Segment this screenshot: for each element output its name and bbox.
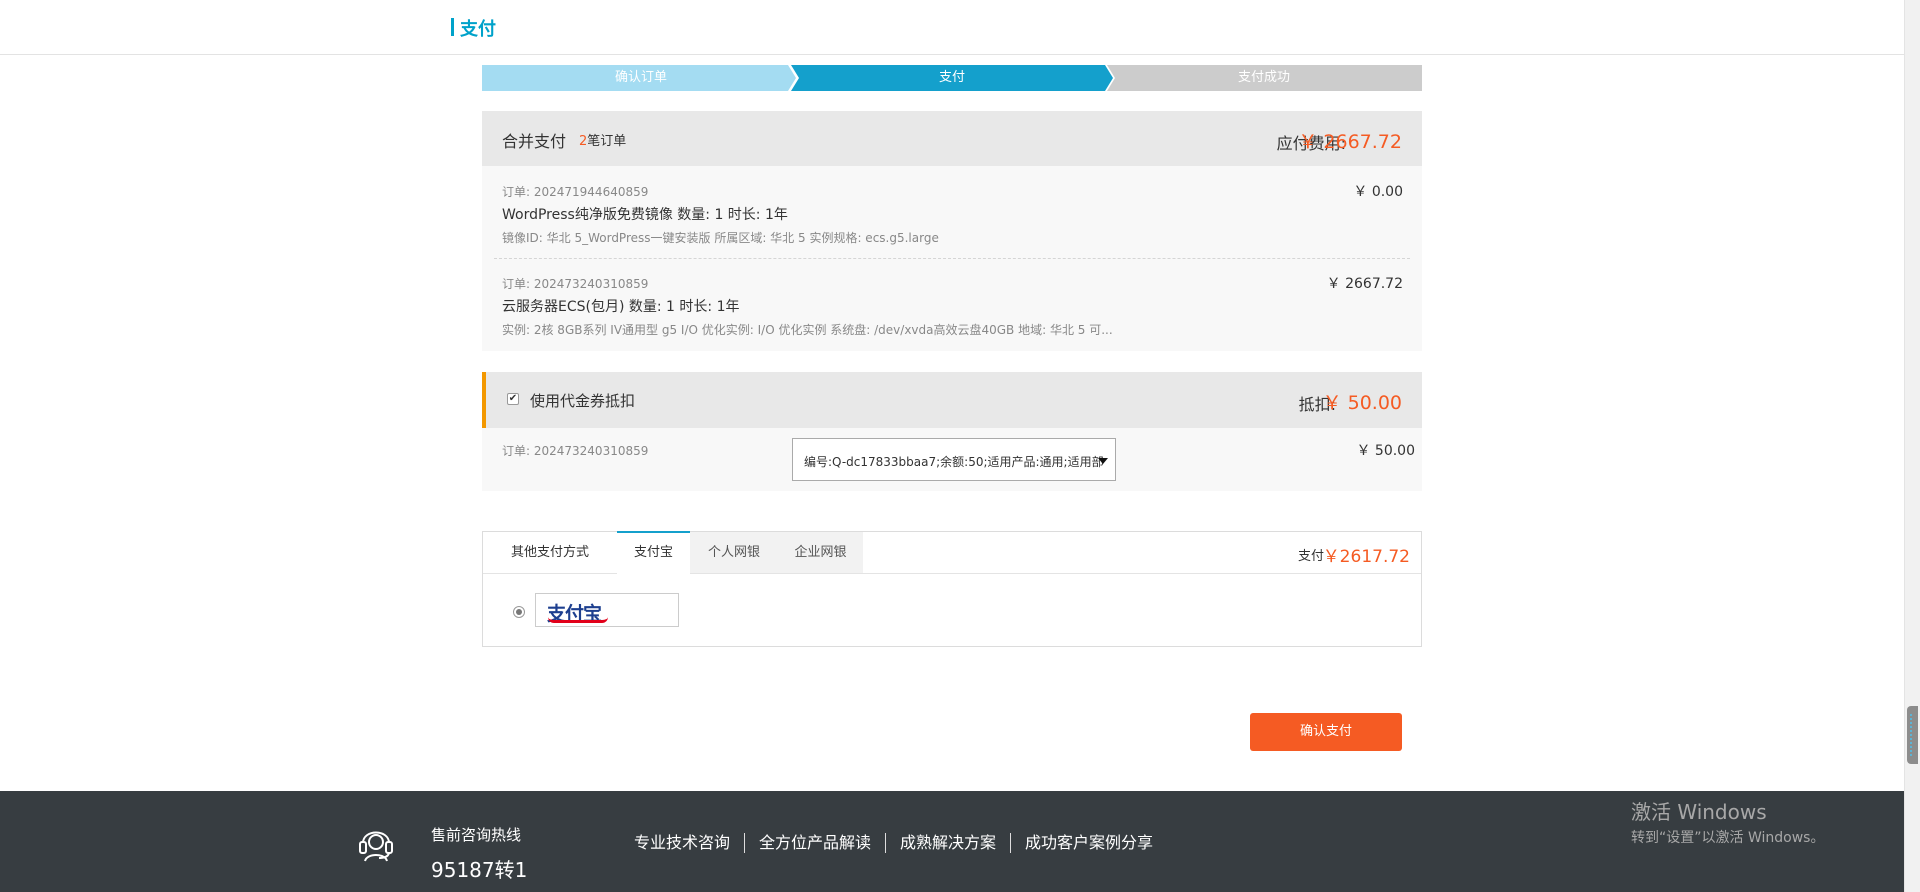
- alipay-radio[interactable]: [513, 606, 525, 618]
- tab-enterprise-banking[interactable]: 企业网银: [778, 532, 863, 573]
- tab-other-payment[interactable]: 其他支付方式: [483, 532, 617, 573]
- order-id: 订单: 202471944640859: [502, 185, 649, 199]
- footer-link-product-guide[interactable]: 全方位产品解读: [744, 833, 885, 853]
- watermark-subtitle: 转到“设置”以激活 Windows。: [1631, 830, 1825, 846]
- order-price: ￥ 0.00: [1353, 184, 1403, 200]
- footer-links: 专业技术咨询 全方位产品解读 成熟解决方案 成功客户案例分享: [634, 833, 1167, 853]
- step-pay: 支付: [791, 65, 1113, 91]
- step-pay-success: 支付成功: [1106, 65, 1422, 91]
- voucher-order-id: 订单: 202473240310859: [502, 444, 649, 458]
- hotline-label: 售前咨询热线: [431, 826, 522, 844]
- order-item: 订单: 202471944640859 WordPress纯净版免费镜像 数量:…: [494, 177, 1410, 259]
- alipay-option[interactable]: 支付宝: [535, 593, 679, 627]
- merge-payment-panel: 合并支付 2笔订单 应付费用: ￥ 2667.72 订单: 2024719446…: [482, 111, 1422, 351]
- confirm-payment-button[interactable]: 确认支付: [1250, 713, 1402, 751]
- step-confirm-order: 确认订单: [482, 65, 800, 91]
- page-header: 支付: [0, 0, 1904, 55]
- voucher-amount: ￥ 50.00: [1356, 443, 1415, 459]
- pay-amount-value: ￥2617.72: [1322, 547, 1410, 567]
- order-count-suffix: 笔订单: [587, 134, 627, 149]
- footer-link-tech-consulting[interactable]: 专业技术咨询: [634, 833, 744, 853]
- vertical-scrollbar[interactable]: [1904, 0, 1920, 892]
- use-voucher-label: 使用代金券抵扣: [530, 392, 636, 410]
- headset-icon: [359, 831, 393, 862]
- payment-tabs: 其他支付方式 支付宝 个人网银 企业网银 支付 ￥2617.72: [483, 531, 1421, 574]
- order-id: 订单: 202473240310859: [502, 277, 649, 291]
- order-price: ￥ 2667.72: [1326, 276, 1403, 292]
- voucher-panel: ✔ 使用代金券抵扣 抵扣: ￥ 50.00 订单: 20247324031085…: [482, 372, 1422, 491]
- voucher-select[interactable]: 编号:Q-dc17833bbaa7;余额:50;适用产品:通用;适用部: [792, 438, 1116, 481]
- windows-activation-watermark: 激活 Windows 转到“设置”以激活 Windows。: [1631, 796, 1824, 847]
- order-count: 2笔订单: [579, 130, 626, 149]
- order-name: WordPress纯净版免费镜像 数量: 1 时长: 1年: [502, 207, 788, 223]
- footer-link-solutions[interactable]: 成熟解决方案: [885, 833, 1010, 853]
- merge-payment-title: 合并支付: [502, 132, 567, 151]
- alipay-logo-swoosh: [548, 617, 608, 623]
- order-description: 实例: 2核 8GB系列 IV通用型 g5 I/O 优化实例: I/O 优化实例…: [502, 323, 1113, 337]
- order-name: 云服务器ECS(包月) 数量: 1 时长: 1年: [502, 299, 740, 315]
- merge-payment-header: 合并支付 2笔订单 应付费用: ￥ 2667.72: [482, 111, 1422, 166]
- deduction-value: ￥ 50.00: [1322, 392, 1402, 414]
- watermark-title: 激活 Windows: [1631, 800, 1767, 824]
- tab-personal-banking[interactable]: 个人网银: [690, 532, 778, 573]
- voucher-header: ✔ 使用代金券抵扣 抵扣: ￥ 50.00: [482, 372, 1422, 428]
- tab-alipay[interactable]: 支付宝: [617, 531, 690, 574]
- caret-down-icon: [1098, 458, 1108, 464]
- page-title: 支付: [451, 15, 496, 41]
- amount-due-value: ￥ 2667.72: [1298, 131, 1402, 153]
- progress-steps: 确认订单 支付 支付成功: [482, 65, 1422, 91]
- hotline-number: 95187转1: [431, 858, 528, 882]
- order-description: 镜像ID: 华北 5_WordPress一键安装版 所属区域: 华北 5 实例规…: [502, 231, 939, 245]
- voucher-selected-option: 编号:Q-dc17833bbaa7;余额:50;适用产品:通用;适用部: [804, 455, 1104, 469]
- scrollbar-thumb[interactable]: [1907, 706, 1918, 764]
- order-item: 订单: 202473240310859 云服务器ECS(包月) 数量: 1 时长…: [494, 269, 1410, 351]
- page-footer: 售前咨询热线 95187转1 专业技术咨询 全方位产品解读 成熟解决方案 成功客…: [0, 791, 1904, 892]
- use-voucher-checkbox[interactable]: ✔: [507, 393, 519, 405]
- pay-amount-label: 支付: [1297, 549, 1324, 564]
- payment-page: 支付 确认订单 支付 支付成功 合并支付 2笔订单 应付费用: ￥ 2667.7…: [0, 0, 1920, 892]
- payment-method-panel: 其他支付方式 支付宝 个人网银 企业网银 支付 ￥2617.72 支付宝: [482, 531, 1422, 647]
- footer-link-case-studies[interactable]: 成功客户案例分享: [1010, 833, 1167, 853]
